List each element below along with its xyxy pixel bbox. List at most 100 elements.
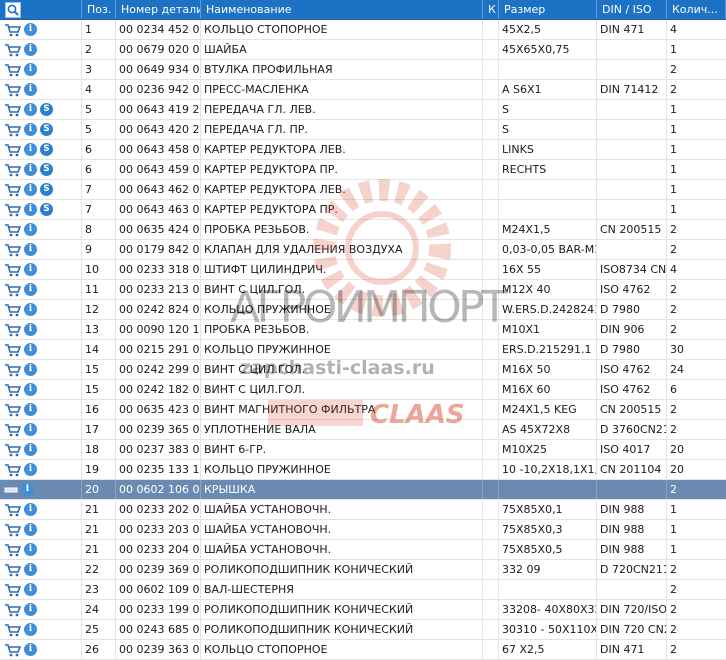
cart-icon[interactable] [4,163,21,177]
cart-icon[interactable] [4,223,21,237]
info-icon[interactable]: i [24,43,37,56]
column-header-quantity[interactable]: Колич... [667,0,726,19]
table-row[interactable]: i 1 00 0234 452 0 КОЛЬЦО СТОПОРНОЕ 45X2,5 DIN… [0,20,726,40]
info-icon[interactable]: i [24,363,37,376]
info-icon[interactable]: i [24,383,37,396]
column-header-pos[interactable]: Поз. [82,0,116,19]
table-row[interactable]: i S 6 00 0643 459 0 КАРТЕР РЕДУКТОРА ПР. RECH… [0,160,726,180]
cart-icon[interactable] [4,603,21,617]
cart-icon[interactable] [4,243,21,257]
info-icon[interactable]: i [24,323,37,336]
table-row[interactable]: i 20 00 0602 106 0 КРЫШКА 2 [0,480,726,500]
s-badge-icon[interactable]: S [40,103,53,116]
cart-icon[interactable] [4,183,21,197]
table-row[interactable]: i S 6 00 0643 458 0 КАРТЕР РЕДУКТОРА ЛЕВ. LIN… [0,140,726,160]
cart-disabled-icon[interactable] [4,485,18,495]
info-icon[interactable]: i [24,283,37,296]
table-row[interactable]: i 12 00 0242 824 0 КОЛЬЦО ПРУЖИННОЕ W.ERS.D.… [0,300,726,320]
cart-icon[interactable] [4,63,21,77]
info-icon[interactable]: i [24,23,37,36]
s-badge-icon[interactable]: S [40,183,53,196]
s-badge-icon[interactable]: S [40,163,53,176]
info-icon[interactable]: i [24,523,37,536]
info-icon[interactable]: i [24,543,37,556]
cart-icon[interactable] [4,503,21,517]
cart-icon[interactable] [4,23,21,37]
table-row[interactable]: i 25 00 0243 685 0 РОЛИКОПОДШИПНИК КОНИЧЕСК… [0,620,726,640]
table-row[interactable]: i 3 00 0649 934 0 ВТУЛКА ПРОФИЛЬНАЯ 2 [0,60,726,80]
info-icon[interactable]: i [24,263,37,276]
column-header-din-iso[interactable]: DIN / ISO [597,0,667,19]
cart-icon[interactable] [4,323,21,337]
table-row[interactable]: i 21 00 0233 204 0 ШАЙБА УСТАНОВОЧН. 75X85X0… [0,540,726,560]
column-header-part-number[interactable]: Номер детали [116,0,201,19]
table-row[interactable]: i 26 00 0239 363 0 КОЛЬЦО СТОПОРНОЕ 67 X2,5 D… [0,640,726,660]
column-header-k[interactable]: К [483,0,499,19]
table-row[interactable]: i S 7 00 0643 463 0 КАРТЕР РЕДУКТОРА ПР. 1 [0,200,726,220]
cart-icon[interactable] [4,423,21,437]
cart-icon[interactable] [4,583,21,597]
info-icon[interactable]: i [24,223,37,236]
table-row[interactable]: i 17 00 0239 365 0 УПЛОТНЕНИЕ ВАЛА AS 45X72X… [0,420,726,440]
info-icon[interactable]: i [24,83,37,96]
cart-icon[interactable] [4,363,21,377]
info-icon[interactable]: i [24,643,37,656]
cart-icon[interactable] [4,103,21,117]
info-icon[interactable]: i [24,343,37,356]
table-row[interactable]: i 10 00 0233 318 0 ШТИФТ ЦИЛИНДРИЧ. 16X 55 IS… [0,260,726,280]
table-row[interactable]: i S 5 00 0643 419 2 ПЕРЕДАЧА ГЛ. ЛЕВ. S 1 [0,100,726,120]
info-icon[interactable]: i [24,203,37,216]
table-row[interactable]: i 11 00 0233 213 0 ВИНТ С ЦИЛ.ГОЛ. M12X 40 IS… [0,280,726,300]
cart-icon[interactable] [4,123,21,137]
cart-icon[interactable] [4,643,21,657]
table-row[interactable]: i 15 00 0242 182 0 ВИНТ С ЦИЛ.ГОЛ. M16X 60 IS… [0,380,726,400]
s-badge-icon[interactable]: S [40,123,53,136]
info-icon[interactable]: i [24,423,37,436]
header-search-cell[interactable] [0,0,82,19]
cart-icon[interactable] [4,383,21,397]
info-icon[interactable]: i [24,183,37,196]
info-icon[interactable]: i [24,123,37,136]
info-icon[interactable]: i [21,483,34,496]
info-icon[interactable]: i [24,403,37,416]
cart-icon[interactable] [4,623,21,637]
table-row[interactable]: i 15 00 0242 299 0 ВИНТ С ЦИЛ.ГОЛ. M16X 50 IS… [0,360,726,380]
table-row[interactable]: i 14 00 0215 291 0 КОЛЬЦО ПРУЖИННОЕ ERS.D.21… [0,340,726,360]
info-icon[interactable]: i [24,503,37,516]
info-icon[interactable]: i [24,243,37,256]
cart-icon[interactable] [4,83,21,97]
cart-icon[interactable] [4,203,21,217]
column-header-size[interactable]: Размер [499,0,597,19]
s-badge-icon[interactable]: S [40,143,53,156]
cart-icon[interactable] [4,403,21,417]
info-icon[interactable]: i [24,463,37,476]
cart-icon[interactable] [4,443,21,457]
table-row[interactable]: i 23 00 0602 109 0 ВАЛ-ШЕСТЕРНЯ 2 [0,580,726,600]
cart-icon[interactable] [4,283,21,297]
table-row[interactable]: i 18 00 0237 383 0 ВИНТ 6-ГР. M10X25 ISO 4017… [0,440,726,460]
table-row[interactable]: i 13 00 0090 120 1 ПРОБКА РЕЗЬБОВ. M10X1 DIN … [0,320,726,340]
table-row[interactable]: i 4 00 0236 942 0 ПРЕСС-МАСЛЕНКА A S6X1 DIN 7… [0,80,726,100]
cart-icon[interactable] [4,523,21,537]
table-row[interactable]: i 22 00 0239 369 0 РОЛИКОПОДШИПНИК КОНИЧЕСК… [0,560,726,580]
info-icon[interactable]: i [24,623,37,636]
cart-icon[interactable] [4,463,21,477]
table-row[interactable]: i 9 00 0179 842 0 КЛАПАН ДЛЯ УДАЛЕНИЯ ВОЗДУ… [0,240,726,260]
info-icon[interactable]: i [24,443,37,456]
info-icon[interactable]: i [24,103,37,116]
cart-icon[interactable] [4,563,21,577]
info-icon[interactable]: i [24,563,37,576]
cart-icon[interactable] [4,303,21,317]
column-header-name[interactable]: Наименование [201,0,483,19]
cart-icon[interactable] [4,343,21,357]
info-icon[interactable]: i [24,163,37,176]
info-icon[interactable]: i [24,303,37,316]
table-row[interactable]: i 19 00 0235 133 1 КОЛЬЦО ПРУЖИННОЕ 10 -10,2… [0,460,726,480]
info-icon[interactable]: i [24,603,37,616]
cart-icon[interactable] [4,543,21,557]
table-row[interactable]: i 2 00 0679 020 0 ШАЙБА 45X65X0,75 1 [0,40,726,60]
table-row[interactable]: i 24 00 0233 199 0 РОЛИКОПОДШИПНИК КОНИЧЕСК… [0,600,726,620]
cart-icon[interactable] [4,43,21,57]
table-row[interactable]: i S 5 00 0643 420 2 ПЕРЕДАЧА ГЛ. ПР. S 1 [0,120,726,140]
info-icon[interactable]: i [24,583,37,596]
